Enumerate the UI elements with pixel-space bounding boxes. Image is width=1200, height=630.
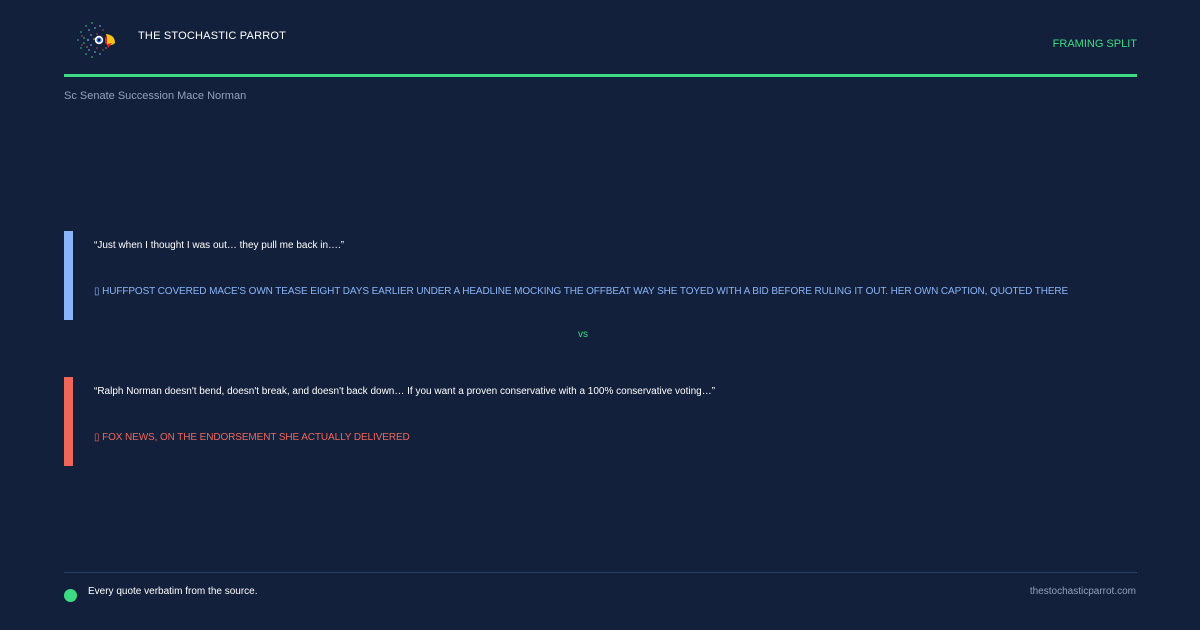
quote-card-left: “Just when I thought I was out… they pul… (64, 231, 1137, 320)
vs-label: vs (578, 329, 588, 340)
header: THE STOCHASTIC PARROT FRAMING SPLIT (64, 16, 1137, 66)
footer-divider (64, 572, 1137, 573)
parrot-logo-icon (77, 22, 115, 58)
footer-note: Every quote verbatim from the source. (88, 586, 258, 597)
quote-source: ▯ HUFFPOST COVERED MACE'S OWN TEASE EIGH… (94, 286, 1069, 297)
quote-accent-bar (64, 231, 73, 320)
quote-text: “Just when I thought I was out… they pul… (94, 240, 345, 251)
header-divider (64, 74, 1137, 77)
quote-accent-bar (64, 377, 73, 466)
brand-name: THE STOCHASTIC PARROT (138, 30, 287, 42)
status-dot-icon (64, 589, 77, 602)
topic-label: Sc Senate Succession Mace Norman (64, 90, 247, 102)
site-link[interactable]: thestochasticparrot.com (1030, 586, 1136, 597)
quote-card-right: “Ralph Norman doesn't bend, doesn't brea… (64, 377, 1137, 466)
framing-split-tag: FRAMING SPLIT (1052, 38, 1137, 50)
quote-source: ▯ FOX NEWS, ON THE ENDORSEMENT SHE ACTUA… (94, 432, 410, 443)
quote-text: “Ralph Norman doesn't bend, doesn't brea… (94, 386, 716, 397)
